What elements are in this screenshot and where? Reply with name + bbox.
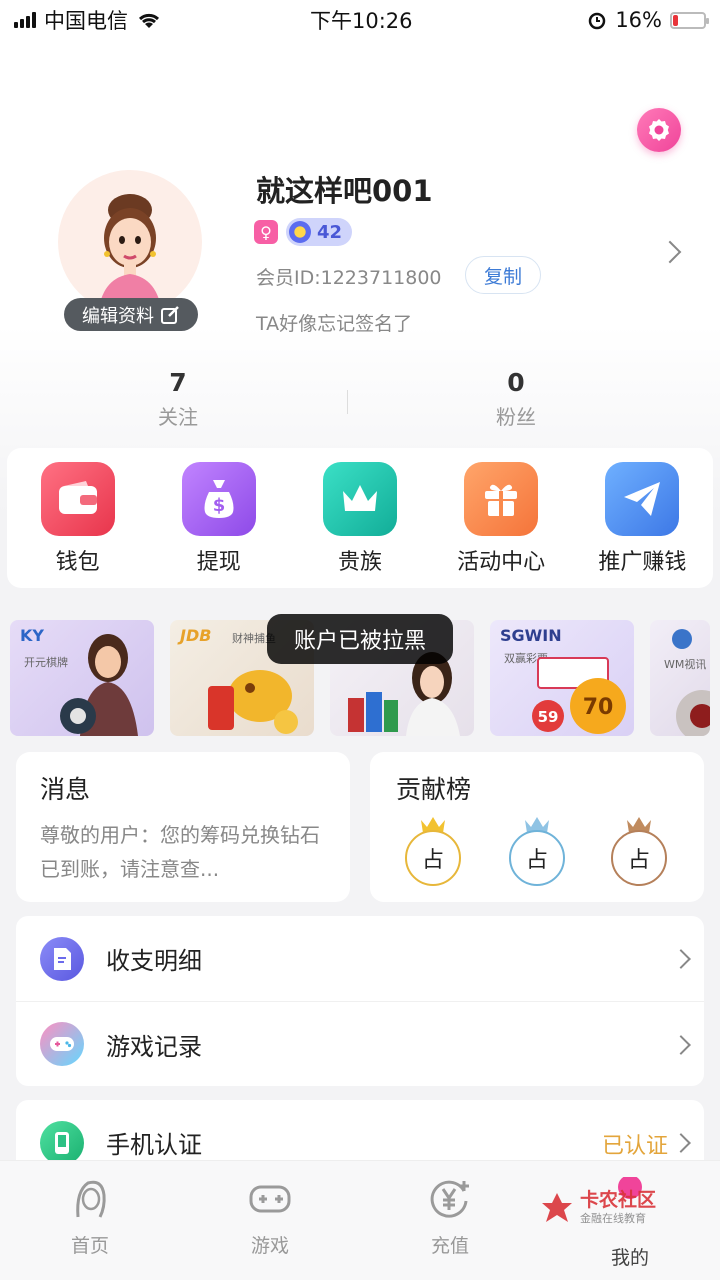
carrier-name: 中国电信 bbox=[44, 9, 128, 33]
quick-item-label: 提现 bbox=[196, 550, 241, 575]
rank-placeholder: 占 bbox=[611, 830, 667, 886]
leaderboard-card[interactable]: 贡献榜 占 占 占 bbox=[370, 752, 704, 902]
chevron-right-icon bbox=[671, 949, 691, 969]
tab-home[interactable]: 首页 bbox=[0, 1161, 180, 1280]
phone-icon bbox=[40, 1120, 84, 1165]
toast-message: 账户已被拉黑 bbox=[267, 614, 453, 664]
quick-item-noble[interactable]: 贵族 bbox=[292, 462, 428, 588]
watermark-title: 卡农社区 bbox=[580, 1189, 657, 1211]
settings-button[interactable] bbox=[637, 108, 681, 152]
banner-logo: SGWIN bbox=[500, 626, 562, 645]
chevron-right-icon bbox=[671, 1133, 691, 1153]
rank-placeholder: 占 bbox=[405, 830, 461, 886]
level-badge: 42 bbox=[286, 218, 352, 246]
rank-placeholder: 占 bbox=[509, 830, 565, 886]
wifi-icon bbox=[138, 13, 160, 28]
banner-sgwin[interactable]: SGWIN 双赢彩票 59 70 bbox=[490, 620, 634, 736]
tab-label: 首页 bbox=[70, 1235, 109, 1257]
rank-slot-silver: 占 bbox=[509, 816, 565, 886]
leaderboard-title: 贡献榜 bbox=[396, 775, 472, 804]
banner-art-image: 59 70 bbox=[532, 657, 626, 734]
stat-divider bbox=[347, 390, 348, 414]
gamepad-icon bbox=[40, 1022, 84, 1066]
banner-subtitle: WM视讯 bbox=[664, 658, 707, 671]
tab-label: 充值 bbox=[430, 1235, 469, 1257]
level-number: 42 bbox=[317, 221, 343, 243]
battery-icon bbox=[670, 11, 709, 29]
watermark-logo-icon bbox=[542, 1193, 572, 1222]
quick-item-label: 贵族 bbox=[337, 550, 382, 575]
banner-logo: JDB bbox=[180, 626, 212, 645]
list-item-transactions[interactable]: 收支明细 bbox=[16, 916, 704, 1001]
tab-games[interactable]: 游戏 bbox=[180, 1161, 360, 1280]
clock-time: 下午10:26 bbox=[310, 9, 413, 33]
quick-item-activity[interactable]: 活动中心 bbox=[433, 462, 569, 588]
signature-text: TA好像忘记签名了 bbox=[256, 313, 413, 335]
document-icon bbox=[40, 936, 84, 981]
signal-icon bbox=[14, 12, 36, 28]
alarm-icon bbox=[589, 12, 606, 30]
copy-id-button[interactable]: 复制 bbox=[465, 256, 541, 294]
avatar-image bbox=[98, 194, 162, 314]
banner-wm[interactable]: WM视讯 bbox=[650, 620, 710, 736]
stat-following[interactable]: 7 关注 bbox=[78, 368, 278, 430]
money-bag-icon: $ bbox=[181, 462, 256, 536]
menu-list: 收支明细 游戏记录 bbox=[16, 916, 704, 1086]
stat-value: 0 bbox=[507, 368, 525, 397]
stat-value: 7 bbox=[169, 368, 187, 397]
paper-plane-icon bbox=[605, 462, 680, 536]
tab-label: 我的 bbox=[610, 1247, 649, 1269]
list-item-label: 游戏记录 bbox=[106, 1032, 202, 1061]
battery-percent: 16% bbox=[615, 8, 662, 32]
yen-icon bbox=[430, 1180, 469, 1218]
chevron-right-icon bbox=[671, 1035, 691, 1055]
list-item-label: 手机认证 bbox=[106, 1131, 202, 1159]
stat-fans[interactable]: 0 粉丝 bbox=[416, 368, 616, 430]
svg-text:$: $ bbox=[213, 495, 226, 516]
svg-text:70: 70 bbox=[583, 695, 614, 720]
stat-label: 粉丝 bbox=[496, 405, 536, 429]
gamepad-icon bbox=[249, 1185, 291, 1213]
list-item-label: 收支明细 bbox=[106, 947, 202, 975]
edit-profile-label: 编辑资料 bbox=[82, 305, 154, 327]
quick-item-label: 推广赚钱 bbox=[598, 550, 687, 575]
quick-item-wallet[interactable]: 钱包 bbox=[10, 462, 146, 588]
banner-art-image bbox=[60, 634, 138, 736]
quick-menu: 钱包 $ 提现 贵族 活动中心 推广赚钱 bbox=[7, 448, 713, 588]
banner-ky[interactable]: KY 开元棋牌 bbox=[10, 620, 154, 736]
member-id: 会员ID:1223711800 bbox=[256, 267, 442, 289]
avatar[interactable] bbox=[58, 170, 202, 314]
crown-icon bbox=[322, 462, 397, 536]
gear-icon bbox=[649, 119, 669, 141]
wallet-icon bbox=[40, 462, 115, 536]
gift-icon bbox=[464, 462, 539, 536]
status-bar: 中国电信 下午10:26 16% bbox=[0, 0, 720, 40]
edit-icon bbox=[161, 305, 179, 324]
edit-profile-button[interactable]: 编辑资料 bbox=[64, 298, 198, 331]
lady-icon bbox=[76, 1180, 106, 1218]
rank-slot-bronze: 占 bbox=[611, 816, 667, 886]
tab-recharge[interactable]: 充值 bbox=[360, 1161, 540, 1280]
messages-card[interactable]: 消息 尊敬的用户：您的筹码兑换钻石已到账，请注意查... bbox=[16, 752, 350, 902]
rank-slot-gold: 占 bbox=[405, 816, 461, 886]
quick-item-label: 活动中心 bbox=[457, 550, 546, 575]
medal-icon bbox=[289, 221, 311, 243]
stat-label: 关注 bbox=[158, 405, 198, 429]
quick-item-label: 钱包 bbox=[55, 550, 100, 575]
watermark: 卡农社区 金融在线教育 bbox=[540, 1190, 656, 1226]
messages-preview: 尊敬的用户：您的筹码兑换钻石已到账，请注意查... bbox=[40, 823, 320, 881]
list-item-game-records[interactable]: 游戏记录 bbox=[16, 1001, 704, 1086]
wm-logo-icon bbox=[672, 629, 692, 649]
female-gender-icon: ♀ bbox=[254, 220, 278, 244]
username: 就这样吧001 bbox=[256, 174, 433, 208]
tab-label: 游戏 bbox=[250, 1235, 289, 1257]
banner-logo: KY bbox=[20, 626, 44, 645]
verified-status: 已认证 bbox=[601, 1134, 668, 1159]
svg-text:59: 59 bbox=[538, 708, 559, 726]
quick-item-promote[interactable]: 推广赚钱 bbox=[574, 462, 710, 588]
banner-art-image bbox=[676, 690, 710, 736]
watermark-subtitle: 金融在线教育 bbox=[580, 1212, 646, 1225]
quick-item-withdraw[interactable]: $ 提现 bbox=[151, 462, 287, 588]
messages-title: 消息 bbox=[40, 775, 91, 804]
